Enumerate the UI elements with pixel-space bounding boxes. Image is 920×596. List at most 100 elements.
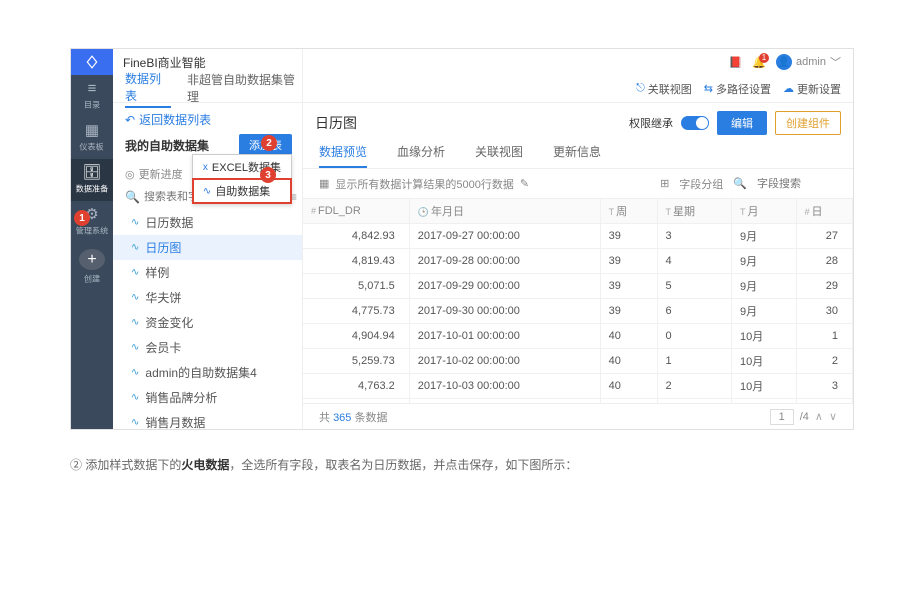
tree-label: admin的自助数据集4 bbox=[145, 364, 256, 381]
column-header[interactable]: 🕒年月日 bbox=[409, 199, 600, 224]
tree-item[interactable]: ∿ 销售月数据 bbox=[113, 410, 302, 429]
left-panel: FineBI商业智能 数据列表 非超管自助数据集管理 ↶ 返回数据列表 我的自助… bbox=[113, 49, 303, 429]
topbar: 📕 🔔1 👤 admin ﹀ bbox=[303, 49, 853, 75]
nav-label: 目录 bbox=[84, 99, 100, 111]
action-relation[interactable]: ⎋关联视图 bbox=[636, 81, 692, 97]
field-search-input[interactable] bbox=[757, 178, 837, 190]
column-header[interactable]: #日 bbox=[796, 199, 853, 224]
table-row[interactable]: 5,259.732017-10-02 00:00:0040110月2 bbox=[303, 349, 853, 374]
dataset-icon: ∿ bbox=[131, 217, 139, 228]
sub-tabs: 数据预览 血缘分析 关联视图 更新信息 bbox=[303, 143, 853, 169]
cell: 2 bbox=[657, 374, 732, 399]
dataset-icon: ∿ bbox=[131, 242, 139, 253]
perm-toggle[interactable] bbox=[681, 116, 709, 130]
dataset-icon: ∿ bbox=[131, 417, 139, 428]
info-text: 显示所有数据计算结果的5000行数据 bbox=[335, 176, 513, 192]
action-multipath[interactable]: ⇆多路径设置 bbox=[704, 81, 771, 97]
tree-label: 日历数据 bbox=[145, 214, 193, 231]
cell: 4,775.73 bbox=[303, 299, 409, 324]
cell: 9月 bbox=[732, 249, 796, 274]
dataset-icon: ∿ bbox=[131, 342, 139, 353]
data-grid[interactable]: #FDL_DR🕒年月日T周T星期T月#日4,842.932017-09-27 0… bbox=[303, 199, 853, 403]
table-row[interactable]: 4,904.942017-10-01 00:00:0040010月1 bbox=[303, 324, 853, 349]
cell: 0 bbox=[657, 324, 732, 349]
left-tabs: 数据列表 非超管自助数据集管理 bbox=[113, 75, 302, 103]
column-header[interactable]: T周 bbox=[600, 199, 657, 224]
back-link[interactable]: ↶ 返回数据列表 bbox=[113, 103, 302, 132]
nav-label: 仪表板 bbox=[80, 141, 104, 153]
tree-item[interactable]: ∿会员卡 bbox=[113, 335, 302, 360]
cell: 10月 bbox=[732, 324, 796, 349]
caption-bold: 火电数据 bbox=[181, 458, 229, 472]
column-header[interactable]: T星期 bbox=[657, 199, 732, 224]
tree-item[interactable]: ∿资金变化 bbox=[113, 310, 302, 335]
group-icon[interactable]: ⊞ bbox=[660, 177, 669, 190]
grid-footer: 共 365 条数据 1 /4 ∧ ∨ bbox=[303, 403, 853, 429]
list-icon: ≡ bbox=[88, 81, 97, 96]
nav-data-prep[interactable]: 🗄 数据准备 bbox=[71, 159, 113, 201]
menu-self-dataset[interactable]: ∿ 自助数据集 bbox=[193, 179, 291, 203]
tree-item[interactable]: ∿华夫饼 bbox=[113, 285, 302, 310]
type-icon: T bbox=[666, 207, 672, 217]
step-badge-2: 2 bbox=[261, 135, 277, 151]
dataset-icon: ∿ bbox=[203, 186, 211, 197]
tree-label: 销售月数据 bbox=[145, 414, 205, 429]
cell: 2017-10-01 00:00:00 bbox=[409, 324, 600, 349]
multipath-icon: ⇆ bbox=[704, 82, 713, 95]
nav-create[interactable]: + 创建 bbox=[71, 243, 113, 285]
table-row[interactable]: 4,775.732017-09-30 00:00:003969月30 bbox=[303, 299, 853, 324]
logo bbox=[71, 49, 113, 75]
prev-page[interactable]: ∧ bbox=[815, 410, 823, 423]
caption: ② 添加样式数据下的火电数据，全选所有字段，取表名为日历数据，并点击保存，如下图… bbox=[70, 456, 920, 473]
tree-item[interactable]: ∿ 日历数据 bbox=[113, 210, 302, 235]
menu-excel[interactable]: x EXCEL数据集 bbox=[193, 155, 291, 179]
column-header[interactable]: T月 bbox=[732, 199, 796, 224]
tree-item[interactable]: ∿ 日历图 bbox=[113, 235, 302, 260]
tree-label: 华夫饼 bbox=[145, 289, 181, 306]
book-icon[interactable]: 📕 bbox=[729, 56, 743, 69]
dataset-icon: ∿ bbox=[131, 367, 139, 378]
table-row[interactable]: 4,819.432017-09-28 00:00:003949月28 bbox=[303, 249, 853, 274]
target-icon: ◎ bbox=[125, 168, 135, 181]
relation-icon: ⎋ bbox=[636, 82, 645, 95]
cell: 9月 bbox=[732, 274, 796, 299]
pencil-icon[interactable]: ✎ bbox=[520, 177, 529, 190]
search-icon: 🔍 bbox=[733, 177, 747, 190]
table-row[interactable]: 5,071.52017-09-29 00:00:003959月29 bbox=[303, 274, 853, 299]
tab-non-admin[interactable]: 非超管自助数据集管理 bbox=[187, 71, 302, 107]
search-icon: 🔍 bbox=[125, 190, 140, 204]
action-update[interactable]: ☁更新设置 bbox=[783, 81, 841, 97]
subtab-update[interactable]: 更新信息 bbox=[553, 143, 601, 168]
pager: 1 /4 ∧ ∨ bbox=[770, 409, 837, 425]
cell: 6 bbox=[657, 299, 732, 324]
page-input[interactable]: 1 bbox=[770, 409, 794, 425]
bell-icon[interactable]: 🔔1 bbox=[752, 56, 766, 69]
type-icon: T bbox=[740, 207, 746, 217]
cell: 28 bbox=[796, 249, 853, 274]
main-panel: 📕 🔔1 👤 admin ﹀ ⎋关联视图 ⇆多路径设置 ☁更新设置 日历图 权限… bbox=[303, 49, 853, 429]
nav-dashboard[interactable]: ▦ 仪表板 bbox=[71, 117, 113, 159]
step-badge-1: 1 bbox=[74, 210, 90, 226]
edit-button[interactable]: 编辑 bbox=[717, 111, 767, 135]
subtab-preview[interactable]: 数据预览 bbox=[319, 143, 367, 168]
nav-label: 管理系统 bbox=[76, 225, 108, 237]
table-row[interactable]: 4,763.22017-10-03 00:00:0040210月3 bbox=[303, 374, 853, 399]
user-menu[interactable]: 👤 admin ﹀ bbox=[776, 54, 841, 70]
page-title: 日历图 bbox=[315, 113, 357, 133]
tree-label: 日历图 bbox=[145, 239, 181, 256]
next-page[interactable]: ∨ bbox=[829, 410, 837, 423]
type-icon: T bbox=[609, 207, 615, 217]
back-icon: ↶ bbox=[125, 113, 135, 127]
subtab-relation[interactable]: 关联视图 bbox=[475, 143, 523, 168]
tree-label: 资金变化 bbox=[145, 314, 193, 331]
tree-item[interactable]: ∿样例 bbox=[113, 260, 302, 285]
cell: 4 bbox=[657, 249, 732, 274]
create-component-button[interactable]: 创建组件 bbox=[775, 111, 841, 135]
nav-catalog[interactable]: ≡ 目录 bbox=[71, 75, 113, 117]
tree-item[interactable]: ∿销售品牌分析 bbox=[113, 385, 302, 410]
tab-data-list[interactable]: 数据列表 bbox=[125, 70, 171, 108]
tree-item[interactable]: ∿ admin的自助数据集4 bbox=[113, 360, 302, 385]
subtab-lineage[interactable]: 血缘分析 bbox=[397, 143, 445, 168]
column-header[interactable]: #FDL_DR bbox=[303, 199, 409, 224]
table-row[interactable]: 4,842.932017-09-27 00:00:003939月27 bbox=[303, 224, 853, 249]
